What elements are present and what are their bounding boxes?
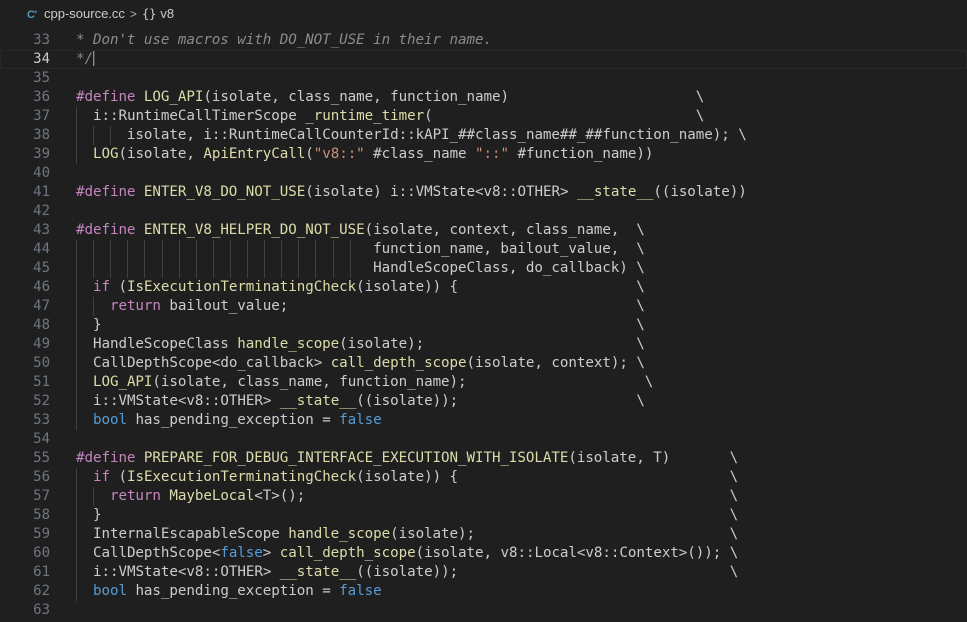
line-number: 43 xyxy=(33,222,50,238)
code-line[interactable]: 47 return bailout_value; \ xyxy=(0,297,967,316)
code-text[interactable]: } \ xyxy=(76,506,738,525)
code-text[interactable]: LOG_API(isolate, class_name, function_na… xyxy=(76,373,653,392)
code-line[interactable]: 56 if (IsExecutionTerminatingCheck(isola… xyxy=(0,468,967,487)
cpp-file-icon: C + xyxy=(26,7,40,21)
line-number: 42 xyxy=(33,203,50,219)
line-number: 40 xyxy=(33,165,50,181)
line-number: 46 xyxy=(33,279,50,295)
line-number: 55 xyxy=(33,450,50,466)
line-number: 63 xyxy=(33,602,50,618)
line-number: 57 xyxy=(33,488,50,504)
code-text[interactable]: if (IsExecutionTerminatingCheck(isolate)… xyxy=(76,468,738,487)
line-number: 49 xyxy=(33,336,50,352)
code-text[interactable]: bool has_pending_exception = false xyxy=(76,411,382,430)
code-line[interactable]: 54 xyxy=(0,430,967,449)
code-text[interactable]: HandleScopeClass, do_callback) \ xyxy=(76,259,645,278)
code-line[interactable]: 43 #define ENTER_V8_HELPER_DO_NOT_USE(iso… xyxy=(0,221,967,240)
code-line[interactable]: 62 bool has_pending_exception = false xyxy=(0,582,967,601)
line-number: 60 xyxy=(33,545,50,561)
line-number: 62 xyxy=(33,583,50,599)
svg-text:+: + xyxy=(34,10,38,16)
line-number: 37 xyxy=(33,108,50,124)
breadcrumb: C + cpp-source.cc > {} v8 xyxy=(0,0,967,27)
line-number: 53 xyxy=(33,412,50,428)
code-text[interactable]: bool has_pending_exception = false xyxy=(76,582,382,601)
code-text[interactable]: CallDepthScope<do_callback> call_depth_s… xyxy=(76,354,645,373)
breadcrumb-file-name[interactable]: cpp-source.cc xyxy=(44,6,125,21)
code-text[interactable]: i::VMState<v8::OTHER> __state__((isolate… xyxy=(76,392,645,411)
code-text[interactable]: #define PREPARE_FOR_DEBUG_INTERFACE_EXEC… xyxy=(76,449,738,468)
code-text[interactable]: i::VMState<v8::OTHER> __state__((isolate… xyxy=(76,563,738,582)
line-number: 35 xyxy=(33,70,50,86)
code-lines[interactable]: 33 * Don't use macros with DO_NOT_USE in … xyxy=(0,31,967,620)
code-line[interactable]: 35 xyxy=(0,69,967,88)
line-number: 54 xyxy=(33,431,50,447)
code-line[interactable]: 46 if (IsExecutionTerminatingCheck(isola… xyxy=(0,278,967,297)
code-line[interactable]: 52 i::VMState<v8::OTHER> __state__((isol… xyxy=(0,392,967,411)
line-number: 34 xyxy=(33,51,50,67)
code-line[interactable]: 45 HandleScopeClass, do_callback) \ xyxy=(0,259,967,278)
code-line[interactable]: 39 LOG(isolate, ApiEntryCall("v8::" #cla… xyxy=(0,145,967,164)
chevron-right-icon: > xyxy=(129,6,137,21)
code-line[interactable]: 60 CallDepthScope<false> call_depth_scop… xyxy=(0,544,967,563)
code-line[interactable]: 37 i::RuntimeCallTimerScope _runtime_tim… xyxy=(0,107,967,126)
code-text[interactable]: return bailout_value; \ xyxy=(76,297,645,316)
code-line[interactable]: 40 xyxy=(0,164,967,183)
line-number: 61 xyxy=(33,564,50,580)
code-text[interactable]: CallDepthScope<false> call_depth_scope(i… xyxy=(76,544,738,563)
code-line[interactable]: 48 } \ xyxy=(0,316,967,335)
code-line[interactable]: 53 bool has_pending_exception = false xyxy=(0,411,967,430)
line-number: 52 xyxy=(33,393,50,409)
code-line[interactable]: 36 #define LOG_API(isolate, class_name, f… xyxy=(0,88,967,107)
code-line[interactable]: 42 xyxy=(0,202,967,221)
code-text[interactable]: HandleScopeClass handle_scope(isolate); … xyxy=(76,335,645,354)
code-line[interactable]: 38 isolate, i::RuntimeCallCounterId::kAP… xyxy=(0,126,967,145)
code-text[interactable]: LOG(isolate, ApiEntryCall("v8::" #class_… xyxy=(76,145,653,164)
code-text[interactable]: i::RuntimeCallTimerScope _runtime_timer(… xyxy=(76,107,704,126)
code-text[interactable]: #define LOG_API(isolate, class_name, fun… xyxy=(76,88,704,107)
code-text[interactable]: return MaybeLocal<T>(); \ xyxy=(76,487,738,506)
code-line[interactable]: 51 LOG_API(isolate, class_name, function… xyxy=(0,373,967,392)
code-editor[interactable]: 32 33* Don't use macros with DO_NOT_USE … xyxy=(0,27,967,622)
code-text[interactable]: if (IsExecutionTerminatingCheck(isolate)… xyxy=(76,278,645,297)
code-line[interactable]: 58 } \ xyxy=(0,506,967,525)
code-text[interactable]: } \ xyxy=(76,316,645,335)
line-number: 51 xyxy=(33,374,50,390)
code-line[interactable]: 33 * Don't use macros with DO_NOT_USE in … xyxy=(0,31,967,50)
line-number: 38 xyxy=(33,127,50,143)
line-number: 36 xyxy=(33,89,50,105)
breadcrumb-symbol-name[interactable]: v8 xyxy=(160,6,174,21)
code-text[interactable]: #define ENTER_V8_DO_NOT_USE(isolate) i::… xyxy=(76,183,747,202)
code-line[interactable]: 41 #define ENTER_V8_DO_NOT_USE(isolate) i… xyxy=(0,183,967,202)
code-text[interactable]: */ xyxy=(76,50,95,69)
namespace-icon: {} xyxy=(141,6,157,21)
code-text[interactable]: #define ENTER_V8_HELPER_DO_NOT_USE(isola… xyxy=(76,221,645,240)
line-number: 41 xyxy=(33,184,50,200)
line-number: 47 xyxy=(33,298,50,314)
line-number: 39 xyxy=(33,146,50,162)
code-line[interactable]: 59 InternalEscapableScope handle_scope(i… xyxy=(0,525,967,544)
line-number: 44 xyxy=(33,241,50,257)
line-number: 33 xyxy=(33,32,50,48)
code-text[interactable]: * Don't use macros with DO_NOT_USE in th… xyxy=(76,31,492,50)
line-number: 48 xyxy=(33,317,50,333)
code-line[interactable]: 49 HandleScopeClass handle_scope(isolate… xyxy=(0,335,967,354)
line-number: 45 xyxy=(33,260,50,276)
line-number: 56 xyxy=(33,469,50,485)
code-line[interactable]: 61 i::VMState<v8::OTHER> __state__((isol… xyxy=(0,563,967,582)
code-text[interactable]: InternalEscapableScope handle_scope(isol… xyxy=(76,525,738,544)
line-number: 50 xyxy=(33,355,50,371)
text-cursor xyxy=(92,51,95,66)
code-text[interactable]: function_name, bailout_value, \ xyxy=(76,240,645,259)
code-line[interactable]: 55 #define PREPARE_FOR_DEBUG_INTERFACE_EX… xyxy=(0,449,967,468)
code-line[interactable]: 44 function_name, bailout_value, \ xyxy=(0,240,967,259)
code-line[interactable]: 63 xyxy=(0,601,967,620)
code-text[interactable]: isolate, i::RuntimeCallCounterId::kAPI_#… xyxy=(76,126,747,145)
line-number: 59 xyxy=(33,526,50,542)
code-line[interactable]: 34 */ xyxy=(0,50,967,69)
code-line[interactable]: 57 return MaybeLocal<T>(); \ xyxy=(0,487,967,506)
line-number: 58 xyxy=(33,507,50,523)
code-line[interactable]: 50 CallDepthScope<do_callback> call_dept… xyxy=(0,354,967,373)
